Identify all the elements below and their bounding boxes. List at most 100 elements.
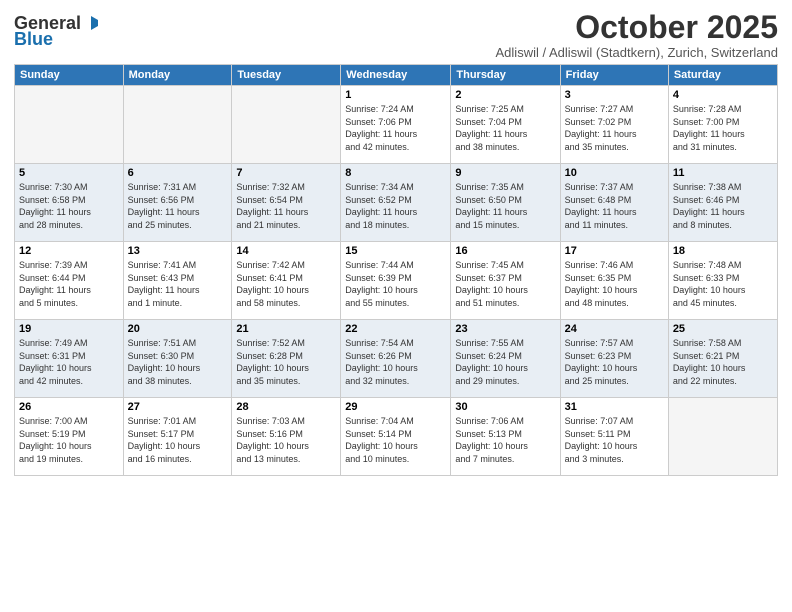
table-row: 19 Sunrise: 7:49 AM Sunset: 6:31 PM Dayli…: [15, 320, 124, 398]
day-info: Sunrise: 7:48 AM Sunset: 6:33 PM Dayligh…: [673, 259, 773, 309]
day-number: 11: [673, 167, 773, 179]
day-number: 19: [19, 323, 119, 335]
day-number: 21: [236, 323, 336, 335]
col-wednesday: Wednesday: [341, 65, 451, 86]
day-info: Sunrise: 7:49 AM Sunset: 6:31 PM Dayligh…: [19, 337, 119, 387]
day-number: 26: [19, 401, 119, 413]
day-info: Sunrise: 7:58 AM Sunset: 6:21 PM Dayligh…: [673, 337, 773, 387]
table-row: 30Sunrise: 7:06 AM Sunset: 5:13 PM Dayli…: [451, 398, 560, 476]
col-friday: Friday: [560, 65, 668, 86]
table-row: 24 Sunrise: 7:57 AM Sunset: 6:23 PM Dayli…: [560, 320, 668, 398]
table-row: [232, 86, 341, 164]
col-sunday: Sunday: [15, 65, 124, 86]
table-row: 11Sunrise: 7:38 AM Sunset: 6:46 PM Dayli…: [668, 164, 777, 242]
table-row: 12Sunrise: 7:39 AM Sunset: 6:44 PM Dayli…: [15, 242, 124, 320]
calendar-page: General Blue October 2025 Adliswil / Adl…: [0, 0, 792, 612]
day-number: 15: [345, 245, 446, 257]
day-info: Sunrise: 7:41 AM Sunset: 6:43 PM Dayligh…: [128, 259, 228, 309]
day-info: Sunrise: 7:28 AM Sunset: 7:00 PM Dayligh…: [673, 103, 773, 153]
day-number: 12: [19, 245, 119, 257]
day-info: Sunrise: 7:54 AM Sunset: 6:26 PM Dayligh…: [345, 337, 446, 387]
day-number: 16: [455, 245, 555, 257]
day-number: 28: [236, 401, 336, 413]
day-info: Sunrise: 7:01 AM Sunset: 5:17 PM Dayligh…: [128, 415, 228, 465]
col-monday: Monday: [123, 65, 232, 86]
day-info: Sunrise: 7:24 AM Sunset: 7:06 PM Dayligh…: [345, 103, 446, 153]
day-number: 1: [345, 89, 446, 101]
table-row: 9 Sunrise: 7:35 AM Sunset: 6:50 PM Daylig…: [451, 164, 560, 242]
table-row: 16 Sunrise: 7:45 AM Sunset: 6:37 PM Dayli…: [451, 242, 560, 320]
logo-flag-icon: [83, 15, 99, 31]
day-info: Sunrise: 7:45 AM Sunset: 6:37 PM Dayligh…: [455, 259, 555, 309]
logo-blue: Blue: [14, 30, 53, 48]
table-row: 5 Sunrise: 7:30 AM Sunset: 6:58 PM Daylig…: [15, 164, 124, 242]
table-row: 25 Sunrise: 7:58 AM Sunset: 6:21 PM Dayli…: [668, 320, 777, 398]
month-title: October 2025: [496, 10, 778, 45]
table-row: 17 Sunrise: 7:46 AM Sunset: 6:35 PM Dayli…: [560, 242, 668, 320]
table-row: 14 Sunrise: 7:42 AM Sunset: 6:41 PM Dayli…: [232, 242, 341, 320]
day-number: 23: [455, 323, 555, 335]
day-number: 30: [455, 401, 555, 413]
day-info: Sunrise: 7:34 AM Sunset: 6:52 PM Dayligh…: [345, 181, 446, 231]
calendar-row: 1 Sunrise: 7:24 AM Sunset: 7:06 PM Daylig…: [15, 86, 778, 164]
day-number: 9: [455, 167, 555, 179]
day-info: Sunrise: 7:07 AM Sunset: 5:11 PM Dayligh…: [565, 415, 664, 465]
calendar-table: Sunday Monday Tuesday Wednesday Thursday…: [14, 64, 778, 476]
table-row: 28Sunrise: 7:03 AM Sunset: 5:16 PM Dayli…: [232, 398, 341, 476]
day-info: Sunrise: 7:25 AM Sunset: 7:04 PM Dayligh…: [455, 103, 555, 153]
day-number: 10: [565, 167, 664, 179]
calendar-header-row: Sunday Monday Tuesday Wednesday Thursday…: [15, 65, 778, 86]
table-row: 26 Sunrise: 7:00 AM Sunset: 5:19 PM Dayli…: [15, 398, 124, 476]
day-number: 20: [128, 323, 228, 335]
day-info: Sunrise: 7:42 AM Sunset: 6:41 PM Dayligh…: [236, 259, 336, 309]
table-row: 4 Sunrise: 7:28 AM Sunset: 7:00 PM Daylig…: [668, 86, 777, 164]
table-row: 21 Sunrise: 7:52 AM Sunset: 6:28 PM Dayli…: [232, 320, 341, 398]
day-number: 3: [565, 89, 664, 101]
day-info: Sunrise: 7:35 AM Sunset: 6:50 PM Dayligh…: [455, 181, 555, 231]
calendar-row: 26 Sunrise: 7:00 AM Sunset: 5:19 PM Dayli…: [15, 398, 778, 476]
day-info: Sunrise: 7:55 AM Sunset: 6:24 PM Dayligh…: [455, 337, 555, 387]
day-number: 17: [565, 245, 664, 257]
table-row: 31 Sunrise: 7:07 AM Sunset: 5:11 PM Dayli…: [560, 398, 668, 476]
calendar-row: 5 Sunrise: 7:30 AM Sunset: 6:58 PM Daylig…: [15, 164, 778, 242]
calendar-row: 12Sunrise: 7:39 AM Sunset: 6:44 PM Dayli…: [15, 242, 778, 320]
day-number: 18: [673, 245, 773, 257]
day-number: 2: [455, 89, 555, 101]
calendar-row: 19 Sunrise: 7:49 AM Sunset: 6:31 PM Dayli…: [15, 320, 778, 398]
day-number: 7: [236, 167, 336, 179]
day-info: Sunrise: 7:46 AM Sunset: 6:35 PM Dayligh…: [565, 259, 664, 309]
day-number: 27: [128, 401, 228, 413]
table-row: [15, 86, 124, 164]
col-thursday: Thursday: [451, 65, 560, 86]
table-row: 22Sunrise: 7:54 AM Sunset: 6:26 PM Dayli…: [341, 320, 451, 398]
table-row: 13 Sunrise: 7:41 AM Sunset: 6:43 PM Dayli…: [123, 242, 232, 320]
table-row: 8 Sunrise: 7:34 AM Sunset: 6:52 PM Daylig…: [341, 164, 451, 242]
table-row: 27 Sunrise: 7:01 AM Sunset: 5:17 PM Dayli…: [123, 398, 232, 476]
day-number: 5: [19, 167, 119, 179]
day-info: Sunrise: 7:30 AM Sunset: 6:58 PM Dayligh…: [19, 181, 119, 231]
table-row: 23 Sunrise: 7:55 AM Sunset: 6:24 PM Dayli…: [451, 320, 560, 398]
day-info: Sunrise: 7:44 AM Sunset: 6:39 PM Dayligh…: [345, 259, 446, 309]
day-info: Sunrise: 7:04 AM Sunset: 5:14 PM Dayligh…: [345, 415, 446, 465]
table-row: 7 Sunrise: 7:32 AM Sunset: 6:54 PM Daylig…: [232, 164, 341, 242]
day-number: 25: [673, 323, 773, 335]
subtitle: Adliswil / Adliswil (Stadtkern), Zurich,…: [496, 45, 778, 60]
day-info: Sunrise: 7:51 AM Sunset: 6:30 PM Dayligh…: [128, 337, 228, 387]
day-number: 8: [345, 167, 446, 179]
table-row: 18 Sunrise: 7:48 AM Sunset: 6:33 PM Dayli…: [668, 242, 777, 320]
day-info: Sunrise: 7:37 AM Sunset: 6:48 PM Dayligh…: [565, 181, 664, 231]
day-info: Sunrise: 7:52 AM Sunset: 6:28 PM Dayligh…: [236, 337, 336, 387]
day-info: Sunrise: 7:32 AM Sunset: 6:54 PM Dayligh…: [236, 181, 336, 231]
day-number: 31: [565, 401, 664, 413]
day-number: 6: [128, 167, 228, 179]
day-info: Sunrise: 7:27 AM Sunset: 7:02 PM Dayligh…: [565, 103, 664, 153]
col-saturday: Saturday: [668, 65, 777, 86]
day-number: 14: [236, 245, 336, 257]
day-number: 24: [565, 323, 664, 335]
day-number: 4: [673, 89, 773, 101]
header: General Blue October 2025 Adliswil / Adl…: [14, 10, 778, 60]
day-info: Sunrise: 7:00 AM Sunset: 5:19 PM Dayligh…: [19, 415, 119, 465]
day-info: Sunrise: 7:57 AM Sunset: 6:23 PM Dayligh…: [565, 337, 664, 387]
table-row: 20 Sunrise: 7:51 AM Sunset: 6:30 PM Dayli…: [123, 320, 232, 398]
day-number: 13: [128, 245, 228, 257]
